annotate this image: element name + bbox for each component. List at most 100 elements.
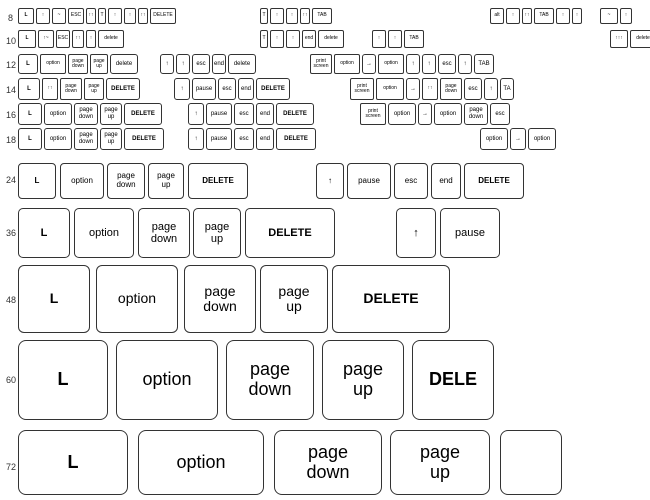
key-row8-10[interactable]: T [260,8,268,24]
key-row36-6[interactable]: pause [440,208,500,258]
key-row16-14[interactable]: page down [464,103,488,125]
key-row14-17[interactable]: TA [500,78,514,100]
key-row18-1[interactable]: option [44,128,72,150]
key-row8-7[interactable]: ↑ [124,8,136,24]
key-row18-3[interactable]: page up [100,128,122,150]
key-row10-13[interactable]: TAB [404,30,424,48]
key-row60-2[interactable]: page down [226,340,314,420]
key-row12-0[interactable]: L [18,54,38,74]
key-row10-4[interactable]: ↑ [86,30,96,48]
key-row60-1[interactable]: option [116,340,218,420]
key-row14-12[interactable]: → [406,78,420,100]
key-row8-9[interactable]: DELETE [150,8,176,24]
key-row12-12[interactable]: → [362,54,376,74]
key-row14-11[interactable]: option [376,78,404,100]
key-row16-7[interactable]: esc [234,103,254,125]
key-row12-11[interactable]: option [334,54,360,74]
key-row48-0[interactable]: L [18,265,90,333]
key-row16-4[interactable]: DELETE [124,103,162,125]
key-row12-7[interactable]: esc [192,54,210,74]
key-row8-11[interactable]: ↑ [270,8,284,24]
key-row12-10[interactable]: print screen [310,54,332,74]
key-row8-8[interactable]: ↑↑ [138,8,148,24]
key-row72-1[interactable]: option [138,430,264,495]
key-row8-20[interactable]: ↑ [572,8,582,24]
key-row8-16[interactable]: ↑ [506,8,520,24]
key-row36-2[interactable]: page down [138,208,190,258]
key-row10-15[interactable]: delete [630,30,650,48]
key-row18-11[interactable]: → [510,128,526,150]
key-row8-14[interactable]: TAB [312,8,332,24]
key-row16-15[interactable]: esc [490,103,510,125]
key-row18-12[interactable]: option [528,128,556,150]
key-row18-10[interactable]: option [480,128,508,150]
key-row18-6[interactable]: pause [206,128,232,150]
key-row12-18[interactable]: TAB [474,54,494,74]
key-row18-5[interactable]: ↑ [188,128,204,150]
key-row12-8[interactable]: end [212,54,226,74]
key-row16-11[interactable]: option [388,103,416,125]
key-row18-0[interactable]: L [18,128,42,150]
key-row12-1[interactable]: option [40,54,66,74]
key-row12-3[interactable]: page up [90,54,108,74]
key-row8-13[interactable]: ↑↑ [300,8,310,24]
key-row16-10[interactable]: print screen [360,103,386,125]
key-row12-16[interactable]: esc [438,54,456,74]
key-row14-16[interactable]: ↑ [484,78,498,100]
key-row8-2[interactable]: ~ [52,8,66,24]
key-row24-9[interactable]: DELETE [464,163,524,199]
key-row16-1[interactable]: option [44,103,72,125]
key-row14-10[interactable]: print screen [350,78,374,100]
key-row24-0[interactable]: L [18,163,56,199]
key-row72-4[interactable] [500,430,562,495]
key-row18-4[interactable]: DELETE [124,128,164,150]
key-row8-4[interactable]: ↑↑ [86,8,96,24]
key-row16-6[interactable]: pause [206,103,232,125]
key-row72-0[interactable]: L [18,430,128,495]
key-row12-5[interactable]: ↑ [160,54,174,74]
key-row14-9[interactable]: DELETE [256,78,290,100]
key-row8-12[interactable]: ↑ [286,8,298,24]
key-row14-0[interactable]: L [18,78,40,100]
key-row18-2[interactable]: page down [74,128,98,150]
key-row8-22[interactable]: ↑ [620,8,632,24]
key-row10-8[interactable]: ↑ [286,30,300,48]
key-row72-2[interactable]: page down [274,430,382,495]
key-row60-4[interactable]: DELE [412,340,494,420]
key-row12-4[interactable]: delete [110,54,138,74]
key-row72-3[interactable]: page up [390,430,490,495]
key-row14-4[interactable]: DELETE [106,78,140,100]
key-row10-3[interactable]: ↑↑ [72,30,84,48]
key-row60-3[interactable]: page up [322,340,404,420]
key-row24-4[interactable]: DELETE [188,163,248,199]
key-row10-9[interactable]: end [302,30,316,48]
key-row14-8[interactable]: end [238,78,254,100]
key-row8-21[interactable]: ~ [600,8,618,24]
key-row10-0[interactable]: L [18,30,36,48]
key-row24-6[interactable]: pause [347,163,391,199]
key-row10-2[interactable]: ESC [56,30,70,48]
key-row12-17[interactable]: ↑ [458,54,472,74]
key-row36-0[interactable]: L [18,208,70,258]
key-row14-6[interactable]: pause [192,78,216,100]
key-row36-3[interactable]: page up [193,208,241,258]
key-row14-15[interactable]: esc [464,78,482,100]
key-row14-1[interactable]: ↑↑ [42,78,58,100]
key-row12-9[interactable]: delete [228,54,256,74]
key-row8-17[interactable]: ↑↑ [522,8,532,24]
key-row12-14[interactable]: ↑ [406,54,420,74]
key-row12-6[interactable]: ↑ [176,54,190,74]
key-row10-1[interactable]: ↑~ [38,30,54,48]
key-row10-6[interactable]: T [260,30,268,48]
key-row10-11[interactable]: ↑ [372,30,386,48]
key-row12-15[interactable]: ↑ [422,54,436,74]
key-row8-1[interactable]: ↑ [36,8,50,24]
key-row8-5[interactable]: T [98,8,106,24]
key-row36-4[interactable]: DELETE [245,208,335,258]
key-row8-3[interactable]: ESC [68,8,84,24]
key-row16-12[interactable]: → [418,103,432,125]
key-row16-3[interactable]: page up [100,103,122,125]
key-row10-12[interactable]: ↑ [388,30,402,48]
key-row48-1[interactable]: option [96,265,178,333]
key-row36-5[interactable]: ↑ [396,208,436,258]
